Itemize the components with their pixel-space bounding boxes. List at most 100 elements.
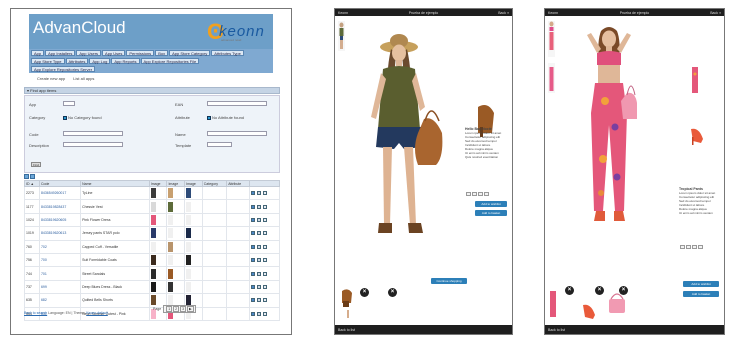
back-link[interactable]: Back to search: [24, 311, 47, 315]
delete-icon[interactable]: [262, 231, 267, 236]
quantity-stepper[interactable]: [466, 192, 489, 196]
view-icon[interactable]: [256, 204, 261, 209]
nav-tab[interactable]: App Store Category: [169, 50, 211, 56]
heel-thumb[interactable]: [691, 128, 703, 145]
delete-icon[interactable]: [262, 191, 267, 196]
delete-icon[interactable]: [262, 271, 267, 276]
back-to-list[interactable]: Back to list: [548, 328, 565, 332]
table-row[interactable]: 756 700 Suit Formidable Coats: [24, 252, 281, 268]
export-icon[interactable]: [30, 174, 35, 179]
product-thumbnail[interactable]: [168, 255, 174, 266]
table-row[interactable]: 1177 8433819828437 Chessie Vest: [24, 199, 281, 214]
attribute-checkbox-row[interactable]: No Attribute found: [207, 115, 244, 120]
quantity-stepper[interactable]: [680, 245, 703, 249]
delete-icon[interactable]: [262, 311, 267, 316]
product-thumbnail[interactable]: [168, 241, 174, 252]
edit-icon[interactable]: [250, 231, 255, 236]
remove-icon[interactable]: ×: [565, 286, 574, 295]
product-thumbnail[interactable]: [150, 295, 156, 306]
nav-tab[interactable]: App Store Type: [31, 58, 65, 64]
view-icon[interactable]: [256, 244, 261, 249]
edit-icon[interactable]: [250, 204, 255, 209]
pager-item[interactable]: 2: [173, 306, 180, 312]
edit-icon[interactable]: [250, 298, 255, 303]
edit-icon[interactable]: [250, 244, 255, 249]
table-row[interactable]: 744 701 Street Sandals: [24, 266, 281, 281]
back-to-list[interactable]: Back to list: [338, 328, 355, 332]
subtab-list[interactable]: List all apps: [73, 76, 94, 81]
pager-item[interactable]: ▶: [187, 306, 194, 312]
product-thumbnail[interactable]: [186, 281, 192, 292]
nav-tab[interactable]: Box: [155, 50, 169, 56]
table-row[interactable]: 737 699 Deep Blues Dress - Black: [24, 279, 281, 295]
pager-item[interactable]: 3: [180, 306, 187, 312]
delete-icon[interactable]: [262, 284, 267, 289]
edit-icon[interactable]: [250, 218, 255, 223]
product-thumbnail[interactable]: [150, 281, 156, 292]
bottom-thumbs[interactable]: [342, 289, 352, 318]
delete-icon[interactable]: [262, 218, 267, 223]
product-thumbnail[interactable]: [168, 228, 174, 239]
view-icon[interactable]: [256, 218, 261, 223]
thumb-1[interactable]: [548, 21, 555, 57]
pants-thumb[interactable]: [692, 67, 698, 93]
view-icon[interactable]: [256, 231, 261, 236]
delete-icon[interactable]: [262, 298, 267, 303]
wishlist-button[interactable]: Add to wishlist: [475, 201, 507, 207]
product-thumbnail[interactable]: [150, 241, 156, 252]
basket-button[interactable]: Add to basket: [475, 210, 507, 216]
product-thumbnail[interactable]: [186, 188, 192, 199]
theme-link[interactable]: Keonn default: [86, 311, 108, 315]
nav-tab[interactable]: App: [31, 50, 45, 56]
find-section-header[interactable]: ▾ Find app items: [24, 87, 280, 94]
edit-icon[interactable]: [250, 311, 255, 316]
table-row[interactable]: 760 702 Capped Cuff - Versatile: [24, 239, 281, 254]
view-icon[interactable]: [256, 258, 261, 263]
code-input[interactable]: [63, 131, 123, 136]
view-icon[interactable]: [256, 191, 261, 196]
nav-tab[interactable]: App Explore Repositories File: [140, 58, 200, 64]
nav-tab[interactable]: App Log: [89, 58, 111, 64]
view-icon[interactable]: [256, 271, 261, 276]
table-row[interactable]: 1024 8433819620605 Pink Flower Dress: [24, 212, 281, 228]
bottom-thumbs[interactable]: [550, 291, 625, 319]
continue-button[interactable]: Continue shopping: [431, 278, 467, 284]
edit-icon[interactable]: [250, 284, 255, 289]
nav-tab[interactable]: App Uses: [102, 50, 126, 56]
table-row[interactable]: 1019 8433819620613 Jersey pants STAR polo: [24, 226, 281, 241]
product-thumbnail[interactable]: [150, 188, 156, 199]
product-thumbnail[interactable]: [168, 188, 174, 199]
nav-tab[interactable]: Permissions: [126, 50, 155, 56]
thumb-1[interactable]: [338, 21, 345, 51]
product-thumbnail[interactable]: [168, 295, 174, 306]
table-row[interactable]: 2273 8436549260017 TyLine: [24, 185, 281, 201]
product-thumbnail[interactable]: [168, 214, 174, 225]
name-input[interactable]: [207, 131, 267, 136]
nav-tab[interactable]: Attributes: [65, 58, 89, 64]
product-thumbnail[interactable]: [168, 201, 174, 212]
add-icon[interactable]: [24, 174, 29, 179]
product-thumbnail[interactable]: [186, 214, 192, 225]
product-thumbnail[interactable]: [186, 201, 192, 212]
category-checkbox-row[interactable]: No Category found: [63, 115, 102, 120]
product-thumbnail[interactable]: [150, 228, 156, 239]
product-thumbnail[interactable]: [186, 228, 192, 239]
app-select[interactable]: [63, 101, 75, 106]
product-thumbnail[interactable]: [168, 281, 174, 292]
language-value[interactable]: EN: [66, 311, 71, 315]
product-thumbnail[interactable]: [186, 255, 192, 266]
remove-icon[interactable]: ×: [388, 288, 397, 297]
nav-tab[interactable]: App Users: [76, 50, 102, 56]
ean-input[interactable]: [207, 101, 267, 106]
product-thumbnail[interactable]: [150, 268, 156, 279]
nav-tab[interactable]: App Explore Repositories Server: [31, 66, 96, 72]
edit-icon[interactable]: [250, 271, 255, 276]
product-thumbnail[interactable]: [186, 295, 192, 306]
delete-icon[interactable]: [262, 244, 267, 249]
wishlist-button[interactable]: Add to wishlist: [683, 281, 719, 287]
nav-tab[interactable]: App Reports: [111, 58, 140, 64]
product-thumbnail[interactable]: [150, 255, 156, 266]
template-select[interactable]: [207, 142, 232, 147]
nav-tab[interactable]: Attributes Type: [211, 50, 244, 56]
find-button[interactable]: Find: [31, 162, 41, 167]
